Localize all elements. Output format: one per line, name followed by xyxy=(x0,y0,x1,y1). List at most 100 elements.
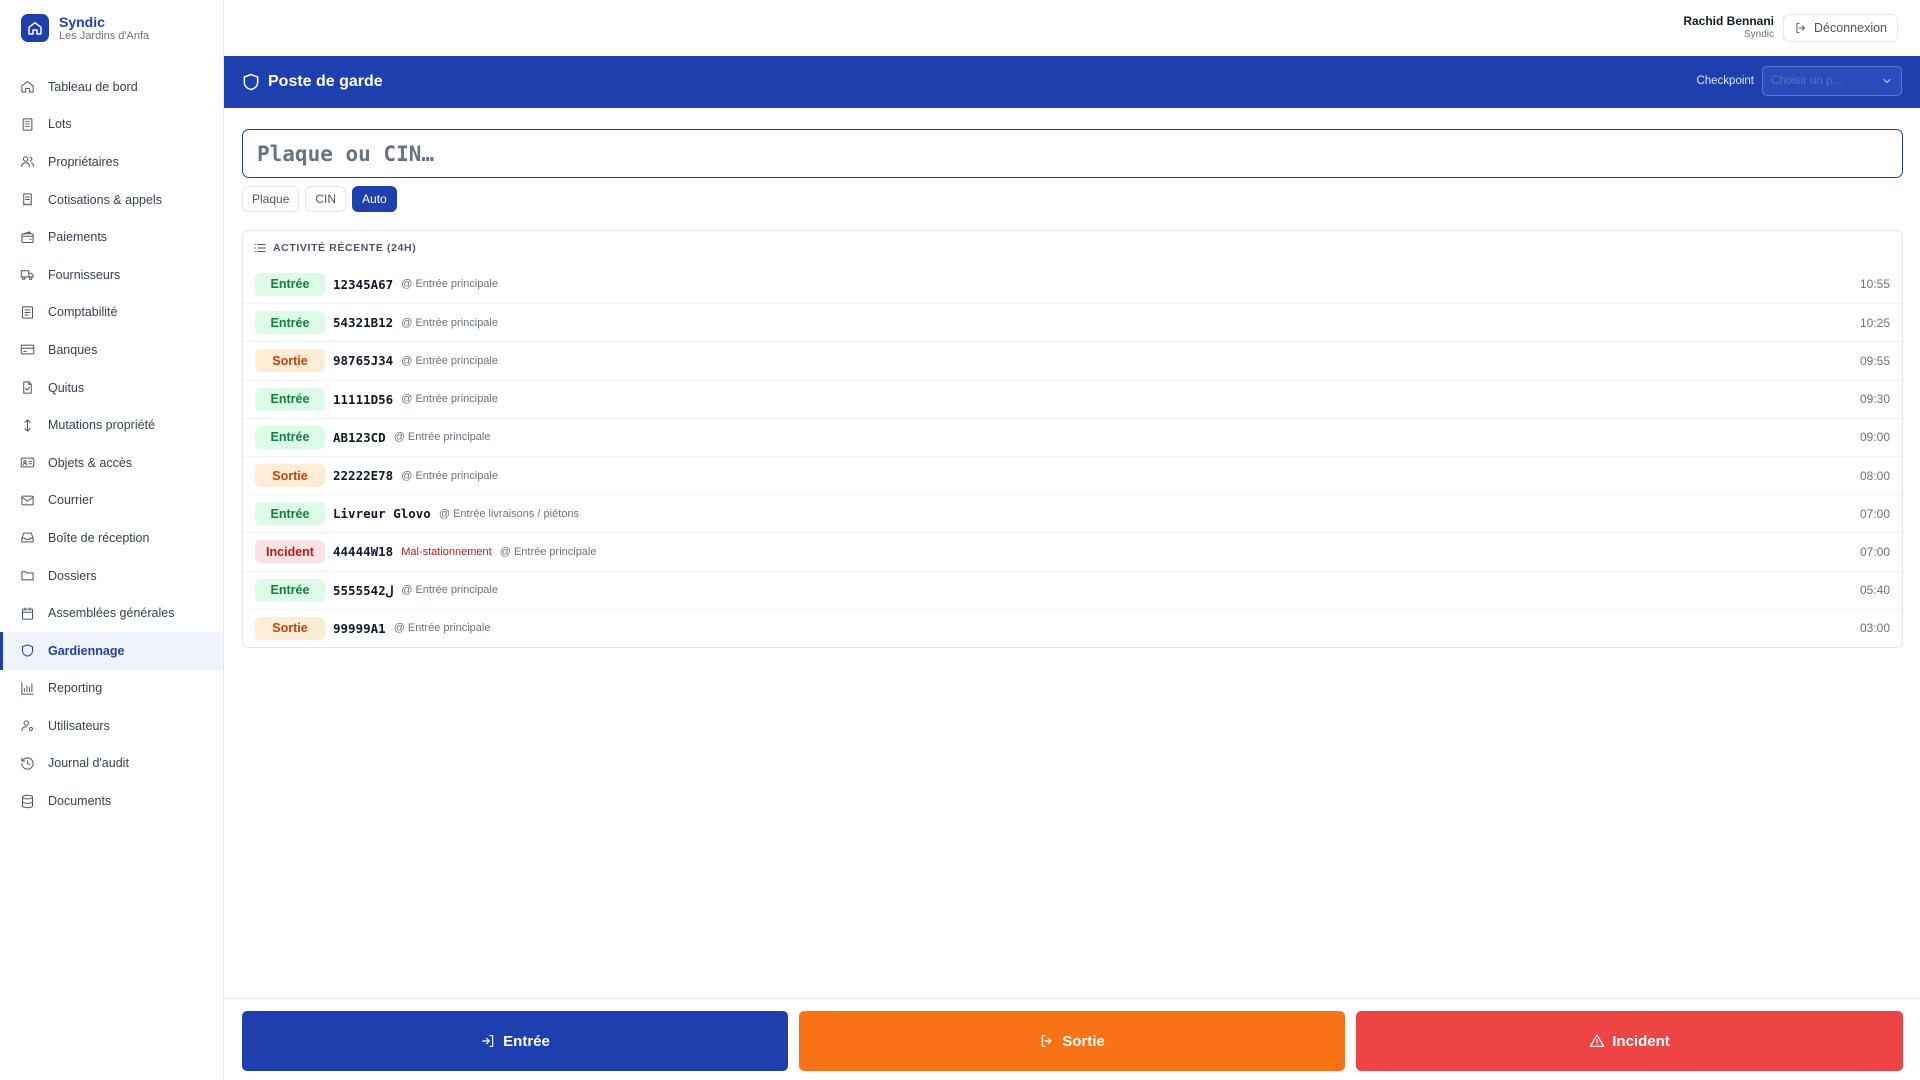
sidebar-item-objets-acces[interactable]: Objets & accès xyxy=(0,444,223,482)
sidebar-item-utilisateurs[interactable]: Utilisateurs xyxy=(0,707,223,745)
event-location: @ Entrée principale xyxy=(393,622,491,635)
sidebar-item-lots[interactable]: Lots xyxy=(0,106,223,144)
activity-row[interactable]: Entrée Livreur Glovo @ Entrée livraisons /… xyxy=(243,494,1902,532)
mode-auto-button[interactable]: Auto xyxy=(352,186,397,212)
sidebar-item-label: Dossiers xyxy=(48,568,97,583)
sidebar: Syndic Les Jardins d'Anfa Tableau de bor… xyxy=(0,0,224,1080)
event-time: 07:00 xyxy=(1859,506,1890,521)
sidebar-item-mutations[interactable]: Mutations propriété xyxy=(0,406,223,444)
activity-row[interactable]: Entrée 12345A67 @ Entrée principale 10:55 xyxy=(243,265,1902,303)
sidebar-item-banques[interactable]: Banques xyxy=(0,331,223,369)
sidebar-item-tableau-de-bord[interactable]: Tableau de bord xyxy=(0,68,223,106)
wallet-icon xyxy=(21,231,34,243)
event-location: @ Entrée principale xyxy=(393,431,491,444)
sortie-button[interactable]: Sortie xyxy=(799,1011,1345,1071)
incident-reason: Mal-stationnement xyxy=(401,545,492,558)
entree-button[interactable]: Entrée xyxy=(242,1011,788,1071)
plate-or-id: Livreur Glovo xyxy=(333,506,431,522)
checkpoint-placeholder: Choisir un p… xyxy=(1771,75,1844,87)
sidebar-item-fournisseurs[interactable]: Fournisseurs xyxy=(0,256,223,294)
event-location: @ Entrée principale xyxy=(401,469,498,482)
list-icon xyxy=(254,244,266,252)
sidebar-item-boite-reception[interactable]: Boîte de réception xyxy=(0,519,223,557)
event-time: 05:40 xyxy=(1859,583,1890,598)
activity-row[interactable]: Sortie 22222E78 @ Entrée principale 08:00 xyxy=(243,455,1902,494)
event-time: 07:00 xyxy=(1859,544,1890,559)
sidebar-item-comptabilite[interactable]: Comptabilité xyxy=(0,294,223,332)
activity-row[interactable]: Sortie 98765J34 @ Entrée principale 09:55 xyxy=(243,341,1902,379)
plate-or-id: 54321B12 xyxy=(333,315,394,331)
activity-row[interactable]: Entrée AB123CD @ Entrée principale 09:00 xyxy=(243,417,1902,456)
search-field xyxy=(242,129,1903,178)
incident-label: Incident xyxy=(1612,1032,1670,1050)
event-time: 09:00 xyxy=(1859,430,1890,445)
activity-row[interactable]: Incident 44444W18 Mal-stationnement @ Entré… xyxy=(243,532,1902,570)
user-cog-icon xyxy=(21,720,33,732)
brand[interactable]: Syndic Les Jardins d'Anfa xyxy=(0,0,223,56)
action-bar: Entrée Sortie Incident xyxy=(224,998,1920,1080)
sidebar-item-gardiennage[interactable]: Gardiennage xyxy=(0,631,223,670)
sidebar-item-label: Documents xyxy=(48,794,112,809)
calendar-icon xyxy=(22,606,33,620)
activity-title: ACTIVITÉ RÉCENTE (24H) xyxy=(273,242,417,254)
event-type-badge: Entrée xyxy=(255,272,325,296)
sidebar-item-proprietaires[interactable]: Propriétaires xyxy=(0,143,223,181)
logout-icon xyxy=(1041,1035,1052,1047)
sidebar-item-reporting[interactable]: Reporting xyxy=(0,670,223,708)
sidebar-item-label: Quitus xyxy=(48,380,85,395)
event-time: 08:00 xyxy=(1859,468,1890,483)
activity-row[interactable]: Entrée 54321B12 @ Entrée principale 10:25 xyxy=(243,303,1902,341)
event-time: 09:55 xyxy=(1859,353,1890,368)
sidebar-item-label: Propriétaires xyxy=(48,154,119,169)
sidebar-item-journal-audit[interactable]: Journal d'audit xyxy=(0,745,223,783)
activity-row[interactable]: Entrée 11111D56 @ Entrée principale 09:30 xyxy=(243,379,1902,418)
arrows-updown-icon xyxy=(24,419,31,432)
mode-plaque-button[interactable]: Plaque xyxy=(242,186,300,212)
home-logo-icon xyxy=(21,14,49,42)
sortie-label: Sortie xyxy=(1062,1032,1105,1050)
sidebar-item-courrier[interactable]: Courrier xyxy=(0,482,223,520)
sidebar-item-label: Utilisateurs xyxy=(48,718,110,733)
sidebar-item-label: Gardiennage xyxy=(48,643,125,658)
mail-icon xyxy=(21,495,34,506)
sidebar-item-label: Assemblées générales xyxy=(48,606,175,621)
event-type-badge: Sortie xyxy=(255,349,325,373)
event-time: 09:30 xyxy=(1859,392,1890,407)
mode-cin-button[interactable]: CIN xyxy=(305,186,347,212)
event-location: @ Entrée principale xyxy=(401,278,498,291)
event-location: @ Entrée principale xyxy=(499,545,597,558)
incident-button[interactable]: Incident xyxy=(1356,1011,1903,1071)
search-input[interactable] xyxy=(243,130,1902,177)
sidebar-item-label: Reporting xyxy=(48,681,103,696)
folder-icon xyxy=(21,571,34,581)
sidebar-item-label: Tableau de bord xyxy=(48,79,138,94)
brand-title: Syndic xyxy=(59,13,105,30)
entree-label: Entrée xyxy=(503,1032,550,1050)
login-icon xyxy=(482,1035,494,1047)
sidebar-item-label: Mutations propriété xyxy=(48,418,156,433)
file-check-icon xyxy=(23,381,32,394)
event-location: @ Entrée principale xyxy=(401,316,498,329)
sidebar-item-cotisations[interactable]: Cotisations & appels xyxy=(0,181,223,219)
bar-chart-icon xyxy=(21,682,34,695)
shield-icon xyxy=(243,73,259,91)
sidebar-item-documents[interactable]: Documents xyxy=(0,782,223,820)
plate-or-id: 12345A67 xyxy=(333,276,394,292)
sidebar-item-assemblees[interactable]: Assemblées générales xyxy=(0,594,223,632)
checkpoint-select[interactable]: Choisir un p… xyxy=(1762,66,1902,96)
logout-button[interactable]: Déconnexion xyxy=(1783,14,1898,42)
event-type-badge: Entrée xyxy=(255,425,325,449)
event-type-badge: Entrée xyxy=(255,502,325,526)
logout-icon xyxy=(1796,22,1805,34)
activity-row[interactable]: Sortie 99999A1 @ Entrée principale 03:00 xyxy=(243,608,1902,647)
sidebar-item-dossiers[interactable]: Dossiers xyxy=(0,557,223,595)
card-icon xyxy=(20,345,35,355)
activity-row[interactable]: Entrée 5555542ل @ Entrée principale 05:40 xyxy=(243,570,1902,609)
sidebar-item-quitus[interactable]: Quitus xyxy=(0,369,223,407)
page-title: Poste de garde xyxy=(268,73,383,90)
inbox-icon xyxy=(21,533,34,543)
plate-or-id: 5555542ل xyxy=(333,582,394,598)
sidebar-item-paiements[interactable]: Paiements xyxy=(0,218,223,256)
sidebar-item-label: Comptabilité xyxy=(48,305,118,320)
user-role: Syndic xyxy=(1743,29,1774,40)
